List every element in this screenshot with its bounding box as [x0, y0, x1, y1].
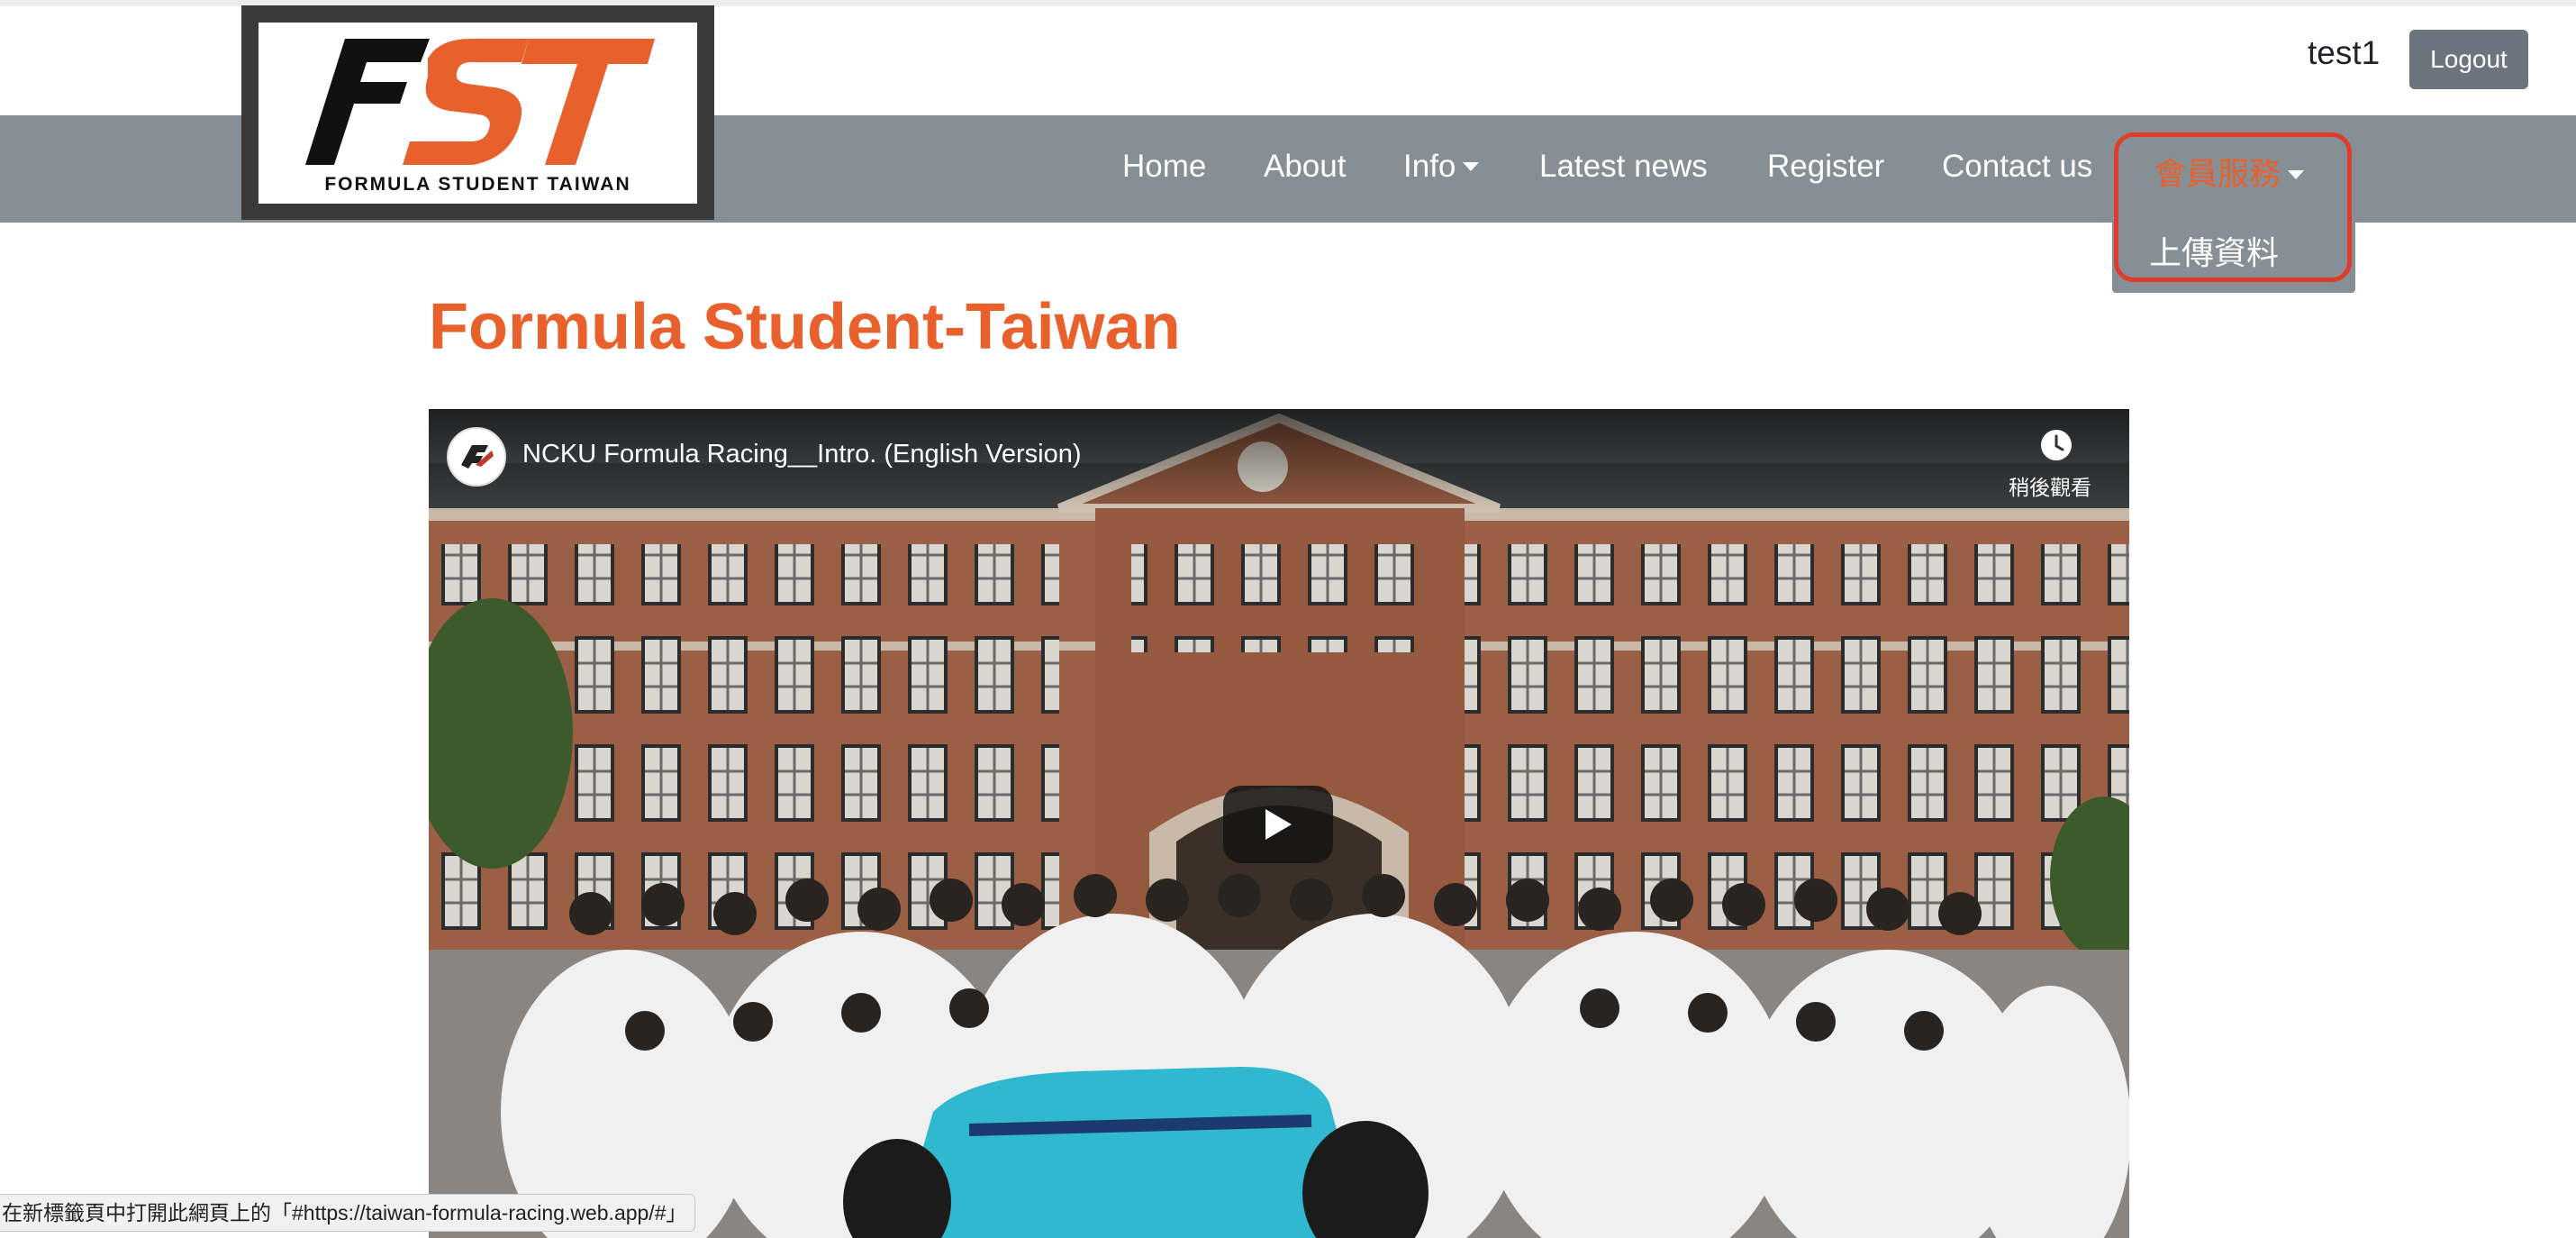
channel-avatar[interactable]: [447, 427, 506, 487]
page-title: Formula Student-Taiwan: [429, 291, 1181, 363]
nav-register[interactable]: Register: [1767, 149, 1884, 185]
nav-info[interactable]: Info: [1403, 149, 1480, 185]
nav-info-label: Info: [1403, 149, 1456, 184]
logout-button[interactable]: Logout: [2409, 30, 2528, 89]
clock-icon[interactable]: [2038, 427, 2074, 463]
video-player[interactable]: NCKU Formula Racing__Intro. (English Ver…: [429, 409, 2129, 1238]
username: test1: [2308, 34, 2381, 71]
nav-latest-news[interactable]: Latest news: [1539, 149, 1708, 185]
highlight-annotation: [2114, 132, 2352, 282]
logo-panel: FORMULA STUDENT TAIWAN: [259, 23, 697, 204]
watch-later-label[interactable]: 稍後觀看: [2009, 470, 2091, 501]
channel-logo-icon: [461, 445, 494, 469]
nav-about[interactable]: About: [1264, 149, 1346, 185]
chevron-down-icon: [1463, 162, 1480, 171]
logo-caption: FORMULA STUDENT TAIWAN: [324, 174, 631, 195]
browser-status-bar: 在新標籤頁中打開此網頁上的「#https://taiwan-formula-ra…: [0, 1194, 695, 1232]
nav-home[interactable]: Home: [1122, 149, 1206, 185]
video-title[interactable]: NCKU Formula Racing__Intro. (English Ver…: [522, 440, 1082, 469]
play-button[interactable]: [1223, 786, 1333, 863]
site-logo[interactable]: FORMULA STUDENT TAIWAN: [241, 5, 714, 220]
nav-contact[interactable]: Contact us: [1942, 149, 2092, 185]
